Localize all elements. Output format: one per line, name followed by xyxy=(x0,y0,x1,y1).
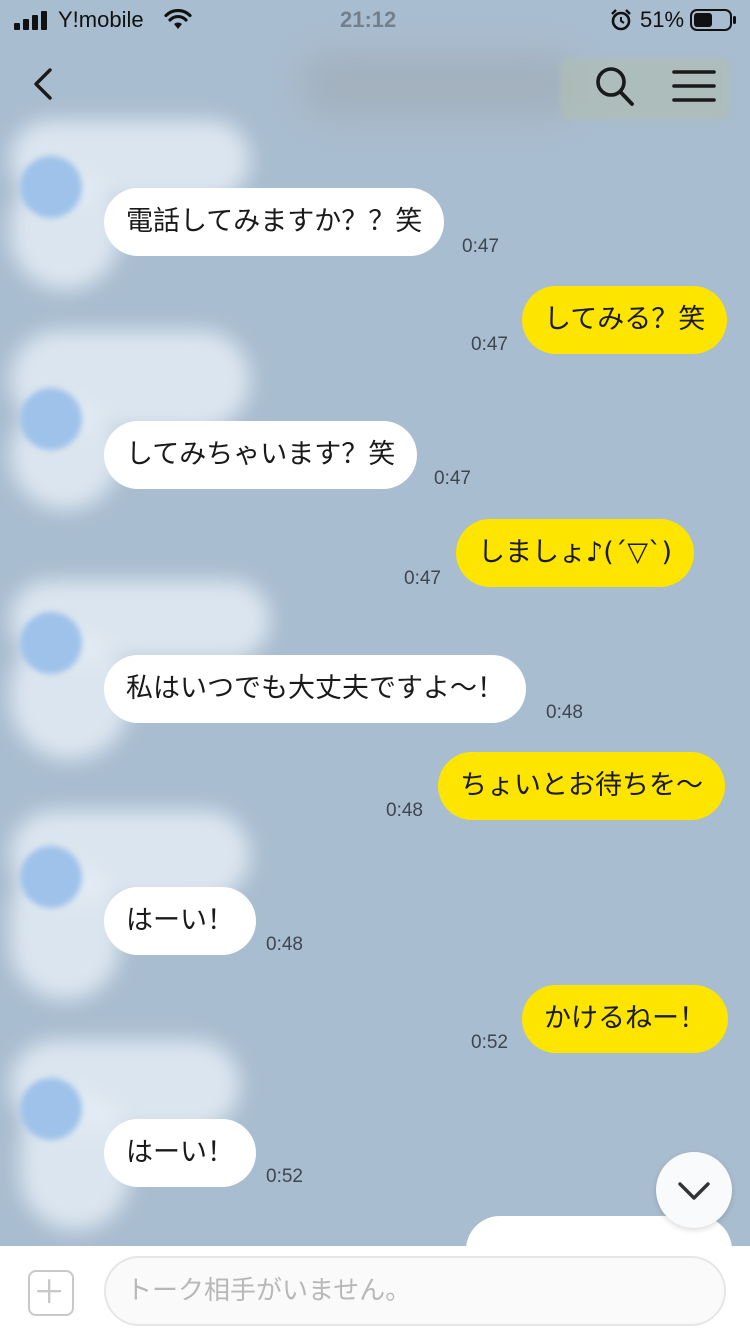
search-icon[interactable] xyxy=(592,62,636,110)
plus-icon[interactable] xyxy=(28,1270,74,1316)
message-bubble-outgoing[interactable]: ちょいとお待ちを〜 xyxy=(438,752,725,820)
chevron-down-icon xyxy=(678,1182,710,1200)
chat-header xyxy=(0,40,750,130)
scroll-to-bottom-button[interactable] xyxy=(656,1152,732,1228)
message-bubble-outgoing[interactable]: してみる？笑 xyxy=(522,286,728,354)
message-bubble-incoming[interactable]: はーい！ xyxy=(104,887,256,955)
menu-icon[interactable] xyxy=(672,66,716,106)
battery-icon xyxy=(690,9,736,31)
status-bar: Y!mobile 21:12 51% xyxy=(0,0,750,40)
message-time: 0:52 xyxy=(266,1166,303,1187)
message-bubble-incoming[interactable]: 電話してみますか？？笑 xyxy=(104,188,445,256)
message-time: 0:47 xyxy=(471,334,508,355)
message-bubble-incoming[interactable]: してみちゃいます？笑 xyxy=(104,421,418,489)
message-time: 0:48 xyxy=(386,800,423,821)
battery-percent: 51% xyxy=(640,7,685,32)
carrier-label: Y!mobile xyxy=(58,7,144,32)
avatar[interactable] xyxy=(20,612,82,674)
wifi-icon xyxy=(164,9,192,29)
message-bubble-incoming[interactable]: はーい！ xyxy=(104,1119,256,1187)
message-input-bar: トーク相手がいません。 xyxy=(0,1246,750,1334)
avatar[interactable] xyxy=(20,1078,82,1140)
message-time: 0:47 xyxy=(462,236,499,257)
message-bubble-outgoing[interactable]: かけるねー！ xyxy=(522,985,728,1053)
chevron-left-icon[interactable] xyxy=(24,62,64,106)
redacted-name xyxy=(300,50,580,120)
signal-icon xyxy=(14,11,47,30)
message-bubble-incoming[interactable]: 私はいつでも大丈夫ですよ〜！ xyxy=(104,655,526,723)
clock-time: 21:12 xyxy=(340,7,397,32)
message-time: 0:47 xyxy=(434,468,471,489)
avatar[interactable] xyxy=(20,846,82,908)
message-time: 0:47 xyxy=(404,568,441,589)
message-time: 0:48 xyxy=(546,702,583,723)
avatar[interactable] xyxy=(20,156,82,218)
message-input[interactable]: トーク相手がいません。 xyxy=(104,1256,726,1326)
avatar[interactable] xyxy=(20,388,82,450)
message-bubble-outgoing[interactable]: しましょ♪(´▽`) xyxy=(456,519,695,587)
message-time: 0:48 xyxy=(266,934,303,955)
message-time: 0:52 xyxy=(471,1032,508,1053)
alarm-icon xyxy=(611,9,631,31)
